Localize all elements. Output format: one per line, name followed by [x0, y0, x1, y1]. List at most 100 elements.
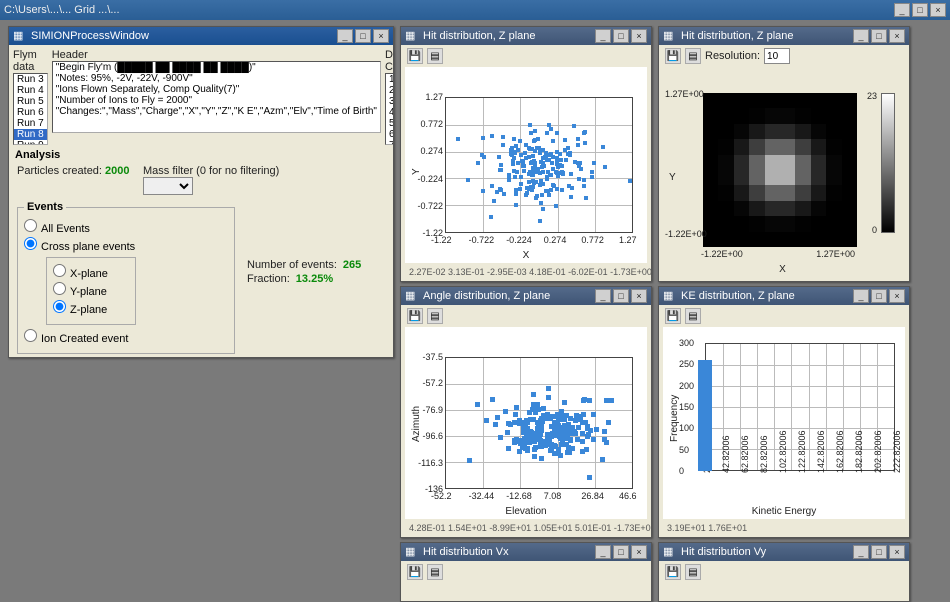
save-icon[interactable]: 💾	[665, 308, 681, 324]
minimize-button[interactable]: _	[853, 289, 869, 303]
heat-z-titlebar[interactable]: ▦ Hit distribution, Z plane _□×	[659, 27, 909, 45]
minimize-button[interactable]: _	[595, 545, 611, 559]
save-icon[interactable]: 💾	[665, 48, 681, 64]
config-icon[interactable]: ▤	[427, 48, 443, 64]
list-item[interactable]: "Ions Flown Separately, Comp Quality(7)"	[53, 84, 380, 95]
list-item[interactable]: "Changes:","Mass","Charge","X","Y","Z","…	[53, 106, 380, 117]
list-item[interactable]: 6 : Y	[386, 129, 393, 140]
events-group: Events All Events Cross plane events X-p…	[17, 201, 235, 354]
x-plane-radio[interactable]: X-plane	[53, 264, 129, 280]
minimize-button[interactable]: _	[337, 29, 353, 43]
window-icon: ▦	[663, 289, 677, 303]
tick-label: 202.82006	[873, 430, 883, 473]
fraction-label: Fraction:	[247, 273, 290, 285]
config-icon[interactable]: ▤	[685, 48, 701, 64]
list-item[interactable]: 4 : Charge	[386, 107, 393, 118]
list-item[interactable]: Run 9	[14, 140, 47, 145]
ion-created-event-radio[interactable]: Ion Created event	[24, 329, 228, 345]
minimize-button[interactable]: _	[853, 29, 869, 43]
config-icon[interactable]: ▤	[685, 308, 701, 324]
maximize-button[interactable]: □	[871, 289, 887, 303]
app-titlebar: C:\Users\...\... Grid ...\... _ □ ×	[0, 0, 950, 20]
app-minimize-button[interactable]: _	[894, 3, 910, 17]
header-label: Header	[52, 49, 381, 61]
close-button[interactable]: ×	[889, 29, 905, 43]
y-plane-radio[interactable]: Y-plane	[53, 282, 129, 298]
z-plane-radio[interactable]: Z-plane	[53, 300, 129, 316]
list-item[interactable]: 7 : Z	[386, 140, 393, 145]
close-button[interactable]: ×	[373, 29, 389, 43]
tick-label: 26.84	[581, 491, 604, 501]
maximize-button[interactable]: □	[871, 545, 887, 559]
minimize-button[interactable]: _	[853, 545, 869, 559]
list-item[interactable]: Run 7	[14, 118, 47, 129]
app-close-button[interactable]: ×	[930, 3, 946, 17]
maximize-button[interactable]: □	[613, 29, 629, 43]
analysis-heading: Analysis	[15, 149, 387, 161]
tick-label: 222.82006	[892, 430, 902, 473]
list-item[interactable]: "Notes: 95%, -2V, -22V, -900V"	[53, 73, 380, 84]
process-window-titlebar[interactable]: ▦ SIMIONProcessWindow _ □ ×	[9, 27, 393, 45]
save-icon[interactable]: 💾	[407, 48, 423, 64]
maximize-button[interactable]: □	[871, 29, 887, 43]
app-maximize-button[interactable]: □	[912, 3, 928, 17]
maximize-button[interactable]: □	[613, 545, 629, 559]
maximize-button[interactable]: □	[355, 29, 371, 43]
close-button[interactable]: ×	[631, 289, 647, 303]
hit-vy-window: ▦ Hit distribution Vy _□× 💾▤	[658, 542, 910, 602]
mass-filter-select[interactable]	[143, 177, 193, 195]
close-button[interactable]: ×	[631, 29, 647, 43]
flym-data-list[interactable]: Run 3Run 4Run 5Run 6Run 7Run 8Run 9	[13, 73, 48, 145]
close-button[interactable]: ×	[889, 289, 905, 303]
list-item[interactable]: Run 5	[14, 96, 47, 107]
ke-z-titlebar[interactable]: ▦ KE distribution, Z plane _□×	[659, 287, 909, 305]
hit-vx-titlebar[interactable]: ▦ Hit distribution Vx _□×	[401, 543, 651, 561]
heat-ylabel: Y	[669, 172, 676, 183]
cross-plane-events-radio[interactable]: Cross plane events	[24, 237, 228, 253]
minimize-button[interactable]: _	[595, 289, 611, 303]
particles-created-value: 2000	[105, 165, 129, 177]
list-item[interactable]: "Number of Ions to Fly = 2000"	[53, 95, 380, 106]
list-item[interactable]: 5 : X	[386, 118, 393, 129]
hit-vy-titlebar[interactable]: ▦ Hit distribution Vy _□×	[659, 543, 909, 561]
save-icon[interactable]: 💾	[407, 308, 423, 324]
window-icon: ▦	[405, 545, 419, 559]
all-events-radio[interactable]: All Events	[24, 219, 228, 235]
config-icon[interactable]: ▤	[427, 308, 443, 324]
process-window-title: SIMIONProcessWindow	[31, 30, 337, 42]
list-item[interactable]: 2 : TOF	[386, 85, 393, 96]
plot-toolbar: 💾 ▤	[403, 47, 649, 65]
list-item[interactable]: Run 6	[14, 107, 47, 118]
header-list[interactable]: "Begin Fly'm (█████ ██ ████ ██ ████)""No…	[52, 61, 381, 133]
list-item[interactable]: Run 4	[14, 85, 47, 96]
heat-z-window: ▦ Hit distribution, Z plane _□× 💾 ▤ Reso…	[658, 26, 910, 282]
data-columns-label: Data Columns	[385, 49, 393, 73]
tick-label: 46.6	[619, 491, 637, 501]
hit-z-plot: X Y 1.270.7720.274-0.224-0.722-1.22-1.22…	[405, 67, 647, 263]
tick-label: -12.68	[506, 491, 532, 501]
list-item[interactable]: "Begin Fly'm (█████ ██ ████ ██ ████)"	[53, 62, 380, 73]
hit-vx-title: Hit distribution Vx	[423, 546, 595, 558]
ke-z-window: ▦ KE distribution, Z plane _□× 💾▤ 300250…	[658, 286, 910, 538]
data-columns-list[interactable]: 1 : Events2 : TOF3 : Mass4 : Charge5 : X…	[385, 73, 393, 145]
angle-z-titlebar[interactable]: ▦ Angle distribution, Z plane _□×	[401, 287, 651, 305]
minimize-button[interactable]: _	[595, 29, 611, 43]
ke-z-plot: 30025020015010050022.8200642.8200662.820…	[663, 327, 905, 519]
heat-y-min: -1.22E+00	[665, 229, 707, 239]
tick-label: 102.82006	[778, 430, 788, 473]
colorbar-min: 0	[872, 225, 877, 235]
list-item[interactable]: Run 3	[14, 74, 47, 85]
mdi-area: ▦ SIMIONProcessWindow _ □ × Flym data Ru…	[0, 20, 950, 578]
x-plane-label: X-plane	[70, 268, 108, 280]
tick-label: -76.9	[422, 405, 443, 415]
resolution-input[interactable]	[764, 48, 790, 64]
tick-label: -0.224	[417, 174, 443, 184]
list-item[interactable]: 1 : Events	[386, 74, 393, 85]
close-button[interactable]: ×	[631, 545, 647, 559]
list-item[interactable]: 3 : Mass	[386, 96, 393, 107]
maximize-button[interactable]: □	[613, 289, 629, 303]
list-item[interactable]: Run 8	[14, 129, 47, 140]
hit-z-titlebar[interactable]: ▦ Hit distribution, Z plane _□×	[401, 27, 651, 45]
close-button[interactable]: ×	[889, 545, 905, 559]
angle-z-plot: Elevation Azimuth -37.5-57.2-76.9-96.6-1…	[405, 327, 647, 519]
